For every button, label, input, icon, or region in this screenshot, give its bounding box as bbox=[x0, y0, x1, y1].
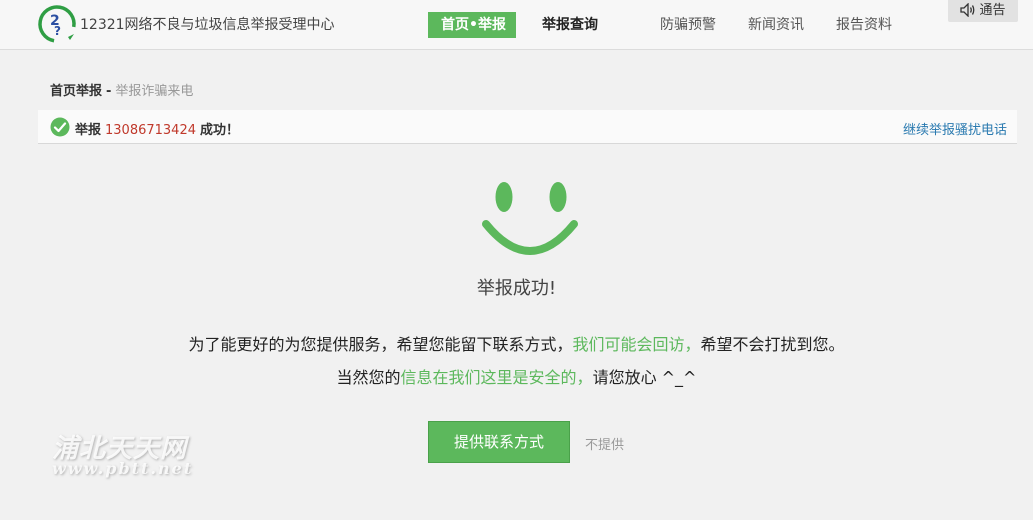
breadcrumb: 首页举报 - 举报诈骗来电 bbox=[50, 80, 193, 99]
check-circle-icon bbox=[50, 117, 70, 137]
line2-text-a: 当然您的 bbox=[336, 368, 401, 387]
contact-request-line-1: 为了能更好的为您提供服务，希望您能留下联系方式，我们可能会回访，希望不会打扰到您… bbox=[0, 331, 1033, 355]
nav-report-query[interactable]: 举报查询 bbox=[542, 12, 598, 38]
continue-report-link[interactable]: 继续举报骚扰电话 bbox=[903, 119, 1007, 138]
decline-contact-link[interactable]: 不提供 bbox=[585, 434, 624, 453]
success-bar: 举报 13086713424 成功！ 继续举报骚扰电话 bbox=[38, 110, 1017, 144]
success-suffix: 成功！ bbox=[200, 123, 240, 138]
top-header: 2 ? 12321网络不良与垃圾信息举报受理中心 首页•举报 举报查询 防骗预警… bbox=[0, 0, 1033, 50]
reported-phone-number: 13086713424 bbox=[105, 123, 196, 138]
notice-button[interactable]: 通告 bbox=[948, 0, 1018, 22]
provide-contact-button[interactable]: 提供联系方式 bbox=[428, 421, 570, 463]
svg-text:?: ? bbox=[54, 24, 61, 38]
line1-highlight: 我们可能会回访， bbox=[572, 335, 701, 354]
smiley-face-icon bbox=[482, 182, 578, 255]
success-message: 举报 13086713424 成功！ bbox=[75, 119, 239, 138]
nav-home-report[interactable]: 首页•举报 bbox=[428, 12, 516, 38]
success-title: 举报成功! bbox=[476, 278, 557, 299]
success-prefix: 举报 bbox=[75, 123, 102, 138]
watermark-url: www.pbtt.net bbox=[52, 459, 194, 478]
contact-request-line-2: 当然您的信息在我们这里是安全的，请您放心 ^_^ bbox=[0, 364, 1033, 388]
line1-text-b: 希望不会打扰到您。 bbox=[700, 335, 845, 354]
nav-news[interactable]: 新闻资讯 bbox=[748, 12, 804, 38]
nav-reports[interactable]: 报告资料 bbox=[836, 12, 892, 38]
speaker-icon bbox=[960, 2, 975, 18]
line2-highlight: 信息在我们这里是安全的， bbox=[400, 368, 593, 387]
breadcrumb-current: 举报诈骗来电 bbox=[115, 84, 194, 99]
breadcrumb-home[interactable]: 首页举报 bbox=[50, 84, 102, 99]
site-logo-icon[interactable]: 2 ? bbox=[37, 4, 77, 44]
line1-text-a: 为了能更好的为您提供服务，希望您能留下联系方式， bbox=[188, 335, 573, 354]
nav-fraud-alert[interactable]: 防骗预警 bbox=[660, 12, 716, 38]
site-title[interactable]: 12321网络不良与垃圾信息举报受理中心 bbox=[80, 14, 335, 34]
line2-text-b: 请您放心 ^_^ bbox=[592, 368, 697, 387]
notice-label: 通告 bbox=[979, 3, 1006, 18]
breadcrumb-separator: - bbox=[106, 84, 112, 99]
